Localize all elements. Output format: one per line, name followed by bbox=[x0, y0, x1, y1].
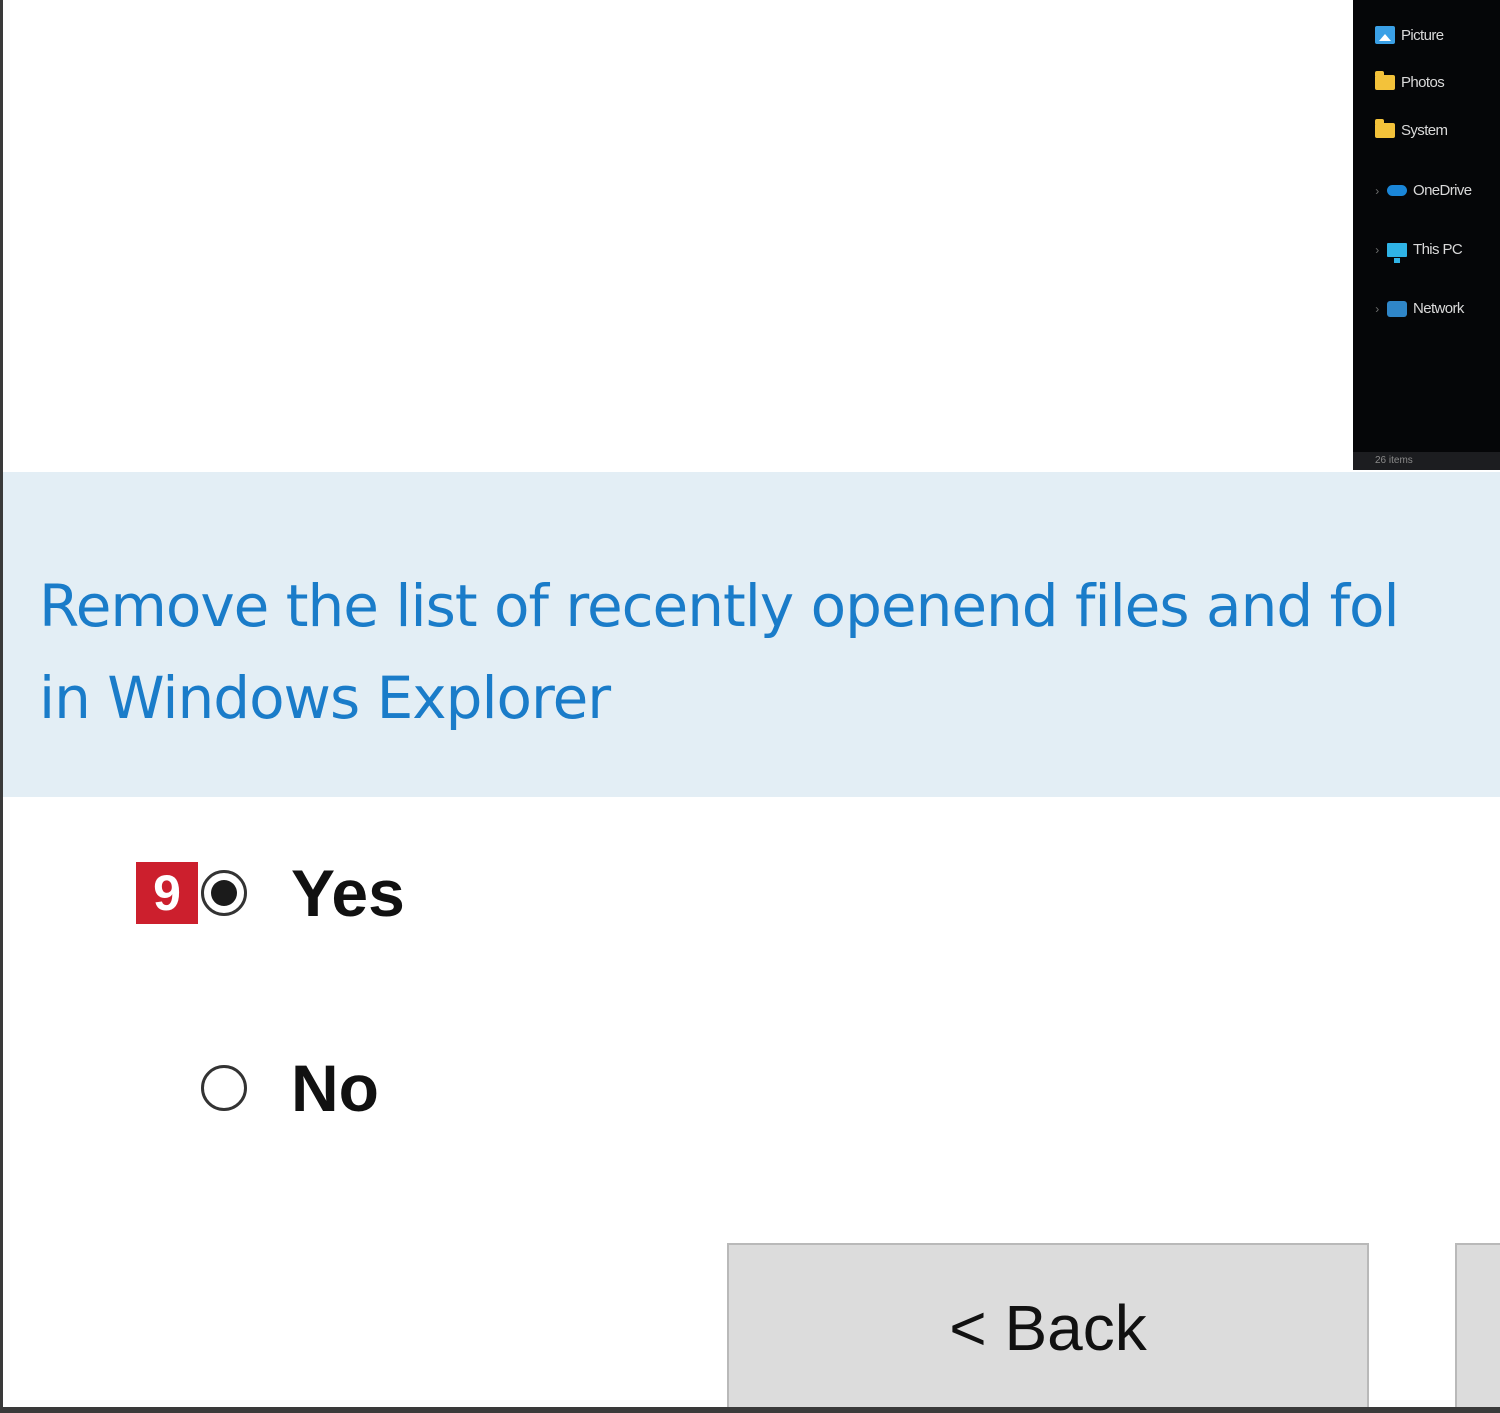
setting-description-line-1: Remove the list of recently openend file… bbox=[39, 572, 1400, 640]
setting-description: Remove the list of recently openend file… bbox=[39, 560, 1500, 744]
setup-dialog: Picture Photos System › OneDrive › This … bbox=[0, 0, 1500, 1413]
pc-icon bbox=[1387, 242, 1407, 263]
expand-chevron-icon: › bbox=[1375, 242, 1379, 257]
next-button[interactable] bbox=[1455, 1243, 1500, 1407]
expand-chevron-icon: › bbox=[1375, 301, 1379, 316]
onedrive-icon bbox=[1387, 185, 1407, 196]
file-explorer-preview: Picture Photos System › OneDrive › This … bbox=[1353, 0, 1500, 470]
radio-no[interactable] bbox=[201, 1065, 247, 1111]
explorer-item-pictures[interactable]: Picture bbox=[1355, 26, 1444, 44]
step-number-badge: 9 bbox=[136, 862, 198, 924]
explorer-item-label: System bbox=[1401, 122, 1448, 139]
network-icon bbox=[1387, 300, 1407, 317]
explorer-item-label: Network bbox=[1413, 300, 1464, 317]
pictures-icon bbox=[1375, 26, 1395, 44]
radio-yes[interactable] bbox=[201, 870, 247, 916]
expand-chevron-icon: › bbox=[1375, 183, 1379, 198]
back-button[interactable]: < Back bbox=[727, 1243, 1369, 1407]
explorer-item-system[interactable]: System bbox=[1355, 119, 1448, 139]
explorer-item-this-pc[interactable]: › This PC bbox=[1367, 241, 1463, 263]
folder-icon bbox=[1375, 119, 1395, 138]
folder-icon bbox=[1375, 71, 1395, 90]
option-no[interactable]: No bbox=[201, 1053, 379, 1123]
option-yes[interactable]: Yes bbox=[201, 858, 405, 928]
explorer-item-label: OneDrive bbox=[1413, 182, 1472, 199]
explorer-item-label: Picture bbox=[1401, 26, 1444, 44]
explorer-item-photos[interactable]: Photos bbox=[1355, 71, 1445, 91]
option-yes-label[interactable]: Yes bbox=[291, 858, 405, 928]
explorer-item-onedrive[interactable]: › OneDrive bbox=[1367, 182, 1472, 199]
explorer-item-label: This PC bbox=[1413, 241, 1463, 258]
explorer-item-label: Photos bbox=[1401, 74, 1445, 91]
option-no-label[interactable]: No bbox=[291, 1053, 379, 1123]
explorer-item-network[interactable]: › Network bbox=[1367, 300, 1464, 317]
setting-description-line-2: in Windows Explorer bbox=[39, 664, 611, 732]
explorer-status-bar: 26 items bbox=[1353, 452, 1500, 470]
